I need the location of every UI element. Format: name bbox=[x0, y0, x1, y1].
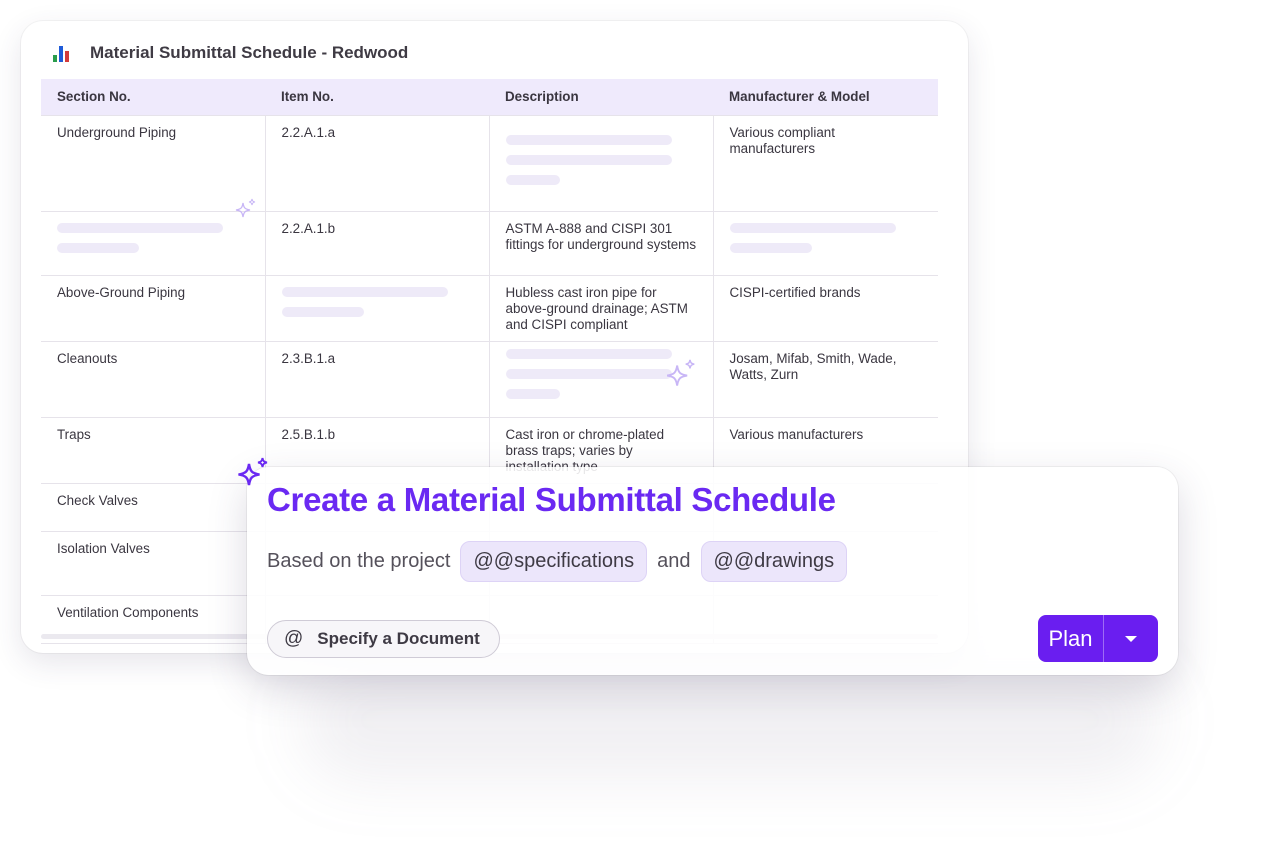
card-shadow bbox=[300, 660, 1160, 780]
cell-section: Isolation Valves bbox=[41, 530, 265, 595]
table-row[interactable]: Cleanouts 2.3.B.1.a Josam, Mifab, Smith,… bbox=[41, 340, 938, 417]
skeleton-line bbox=[505, 134, 672, 145]
sparkle-icon bbox=[235, 198, 256, 218]
cell-section: Above-Ground Piping bbox=[41, 274, 265, 341]
skeleton-line bbox=[729, 242, 812, 253]
specify-document-button[interactable]: @ Specify a Document bbox=[267, 620, 500, 658]
prompt-text[interactable]: Based on the project @@specifications an… bbox=[267, 541, 848, 582]
card-header: Material Submittal Schedule - Redwood bbox=[53, 43, 408, 63]
cell-manufacturer: Various compliant manufacturers bbox=[712, 114, 938, 211]
skeleton-line bbox=[505, 388, 560, 399]
cell-manufacturer: Josam, Mifab, Smith, Wade, Watts, Zurn bbox=[712, 340, 938, 417]
sparkle-icon bbox=[238, 457, 268, 486]
skeleton-line bbox=[505, 174, 560, 185]
sparkle-icon bbox=[666, 359, 695, 386]
plan-button[interactable]: Plan bbox=[1038, 615, 1104, 662]
plan-button-group: Plan bbox=[1038, 615, 1158, 662]
prompt-prefix: Based on the project bbox=[267, 550, 451, 572]
cell-item: 2.2.A.1.a bbox=[264, 114, 489, 211]
cell-description: Hubless cast iron pipe for above-ground … bbox=[488, 274, 713, 341]
table-row[interactable]: Above-Ground Piping Hubless cast iron pi… bbox=[41, 274, 938, 341]
column-header-description[interactable]: Description bbox=[489, 79, 713, 115]
prompt-conjunction: and bbox=[657, 550, 691, 572]
chevron-down-icon bbox=[1125, 635, 1137, 642]
cell-section: Cleanouts bbox=[41, 340, 265, 417]
cell-item-loading bbox=[264, 274, 489, 341]
cell-item: 2.3.B.1.a bbox=[264, 340, 489, 417]
at-sign-icon: @ bbox=[284, 628, 304, 649]
skeleton-line bbox=[57, 222, 223, 233]
prompt-title: Create a Material Submittal Schedule bbox=[267, 481, 836, 518]
bar-chart-icon bbox=[53, 44, 71, 62]
specifications-mention-chip[interactable]: @@specifications bbox=[460, 541, 648, 582]
specify-document-label: Specify a Document bbox=[317, 629, 480, 648]
cell-manufacturer: CISPI-certified brands bbox=[712, 274, 938, 341]
drawings-mention-chip[interactable]: @@drawings bbox=[700, 541, 848, 582]
column-header-item[interactable]: Item No. bbox=[265, 79, 489, 115]
cell-description: ASTM A-888 and CISPI 301 fittings for un… bbox=[488, 210, 713, 275]
skeleton-line bbox=[505, 368, 672, 379]
skeleton-line bbox=[281, 286, 448, 297]
cell-description-loading bbox=[488, 114, 713, 211]
skeleton-line bbox=[505, 348, 672, 359]
schedule-title: Material Submittal Schedule - Redwood bbox=[90, 43, 409, 62]
column-header-manufacturer[interactable]: Manufacturer & Model bbox=[713, 79, 938, 115]
cell-item: 2.2.A.1.b bbox=[264, 210, 489, 275]
prompt-card: Create a Material Submittal Schedule Bas… bbox=[247, 467, 1178, 675]
skeleton-line bbox=[281, 306, 364, 317]
column-header-section[interactable]: Section No. bbox=[41, 79, 265, 115]
table-row[interactable]: 2.2.A.1.b ASTM A-888 and CISPI 301 fitti… bbox=[41, 210, 938, 275]
cell-manufacturer-loading bbox=[712, 210, 938, 275]
table-row[interactable]: Underground Piping 2.2.A.1.a Various com… bbox=[41, 114, 938, 211]
table-header-row: Section No. Item No. Description Manufac… bbox=[41, 79, 938, 115]
plan-dropdown-button[interactable] bbox=[1104, 615, 1158, 662]
skeleton-line bbox=[505, 154, 672, 165]
skeleton-line bbox=[57, 242, 139, 253]
skeleton-line bbox=[729, 222, 896, 233]
